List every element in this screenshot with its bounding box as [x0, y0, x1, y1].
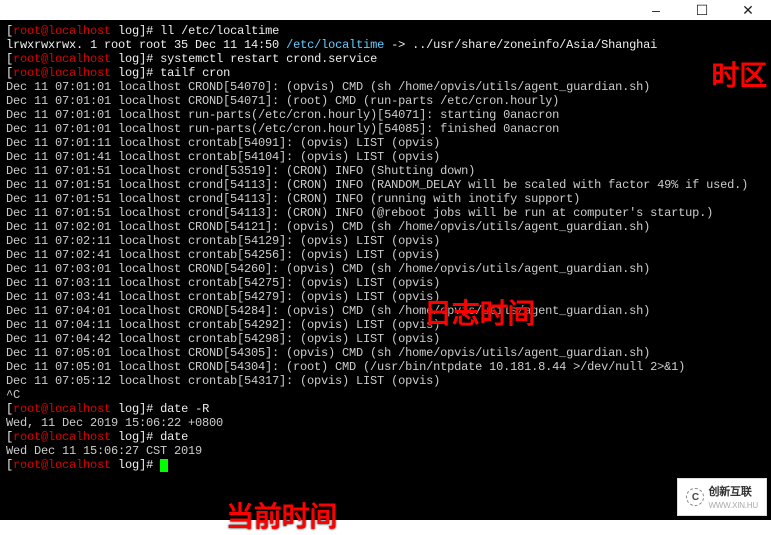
close-button[interactable]: ✕: [729, 0, 767, 20]
log-line: Dec 11 07:03:01 localhost CROND[54260]: …: [6, 262, 765, 276]
log-line: Dec 11 07:04:42 localhost crontab[54298]…: [6, 332, 765, 346]
log-line: Dec 11 07:01:51 localhost crond[54113]: …: [6, 192, 765, 206]
log-line: Dec 11 07:01:51 localhost crond[54113]: …: [6, 206, 765, 220]
log-line: Dec 11 07:01:01 localhost CROND[54071]: …: [6, 94, 765, 108]
log-line: Dec 11 07:02:11 localhost crontab[54129]…: [6, 234, 765, 248]
log-line: Dec 11 07:02:41 localhost crontab[54256]…: [6, 248, 765, 262]
watermark-sub: WWW.XIN.HU: [708, 501, 758, 510]
command: ll /etc/localtime: [160, 24, 279, 38]
command: date: [160, 430, 188, 444]
log-line: Dec 11 07:03:41 localhost crontab[54279]…: [6, 290, 765, 304]
log-line: Dec 11 07:01:01 localhost run-parts(/etc…: [6, 108, 765, 122]
log-line: Dec 11 07:01:01 localhost run-parts(/etc…: [6, 122, 765, 136]
watermark-logo: C: [686, 488, 704, 506]
log-line: Dec 11 07:04:11 localhost crontab[54292]…: [6, 318, 765, 332]
prompt-line: [root@localhost log]# tailf cron: [6, 66, 765, 80]
log-line: Dec 11 07:01:41 localhost crontab[54104]…: [6, 150, 765, 164]
log-line: Dec 11 07:02:01 localhost CROND[54121]: …: [6, 220, 765, 234]
ctrl-c: ^C: [6, 388, 765, 402]
terminal-pane[interactable]: [root@localhost log]# ll /etc/localtimel…: [0, 20, 771, 520]
command: systemctl restart crond.service: [160, 52, 377, 66]
symlink-path: /etc/localtime: [286, 38, 384, 52]
window-titlebar: – ☐ ✕: [0, 0, 771, 20]
minimize-button[interactable]: –: [637, 0, 675, 20]
log-line: Dec 11 07:05:01 localhost CROND[54305]: …: [6, 346, 765, 360]
log-line: Dec 11 07:05:12 localhost crontab[54317]…: [6, 374, 765, 388]
cursor: [160, 459, 168, 472]
prompt-line: [root@localhost log]# date -R: [6, 402, 765, 416]
annotation-currenttime: 当前时间: [226, 495, 337, 535]
maximize-button[interactable]: ☐: [683, 0, 721, 20]
prompt-line: [root@localhost log]# systemctl restart …: [6, 52, 765, 66]
date-output: Wed Dec 11 15:06:27 CST 2019: [6, 444, 765, 458]
prompt-line: [root@localhost log]# date: [6, 430, 765, 444]
log-line: Dec 11 07:05:01 localhost CROND[54304]: …: [6, 360, 765, 374]
prompt-line: [root@localhost log]# ll /etc/localtime: [6, 24, 765, 38]
command: tailf cron: [160, 66, 230, 80]
log-line: Dec 11 07:01:11 localhost crontab[54091]…: [6, 136, 765, 150]
log-line: Dec 11 07:04:01 localhost CROND[54284]: …: [6, 304, 765, 318]
command: date -R: [160, 402, 209, 416]
ll-output: lrwxrwxrwx. 1 root root 35 Dec 11 14:50 …: [6, 38, 765, 52]
prompt-line: [root@localhost log]#: [6, 458, 765, 472]
watermark: C 创新互联 WWW.XIN.HU: [677, 478, 767, 516]
log-line: Dec 11 07:01:51 localhost crond[53519]: …: [6, 164, 765, 178]
log-line: Dec 11 07:01:01 localhost CROND[54070]: …: [6, 80, 765, 94]
log-line: Dec 11 07:01:51 localhost crond[54113]: …: [6, 178, 765, 192]
date-r-output: Wed, 11 Dec 2019 15:06:22 +0800: [6, 416, 765, 430]
watermark-text: 创新互联: [708, 486, 751, 498]
log-line: Dec 11 07:03:11 localhost crontab[54275]…: [6, 276, 765, 290]
